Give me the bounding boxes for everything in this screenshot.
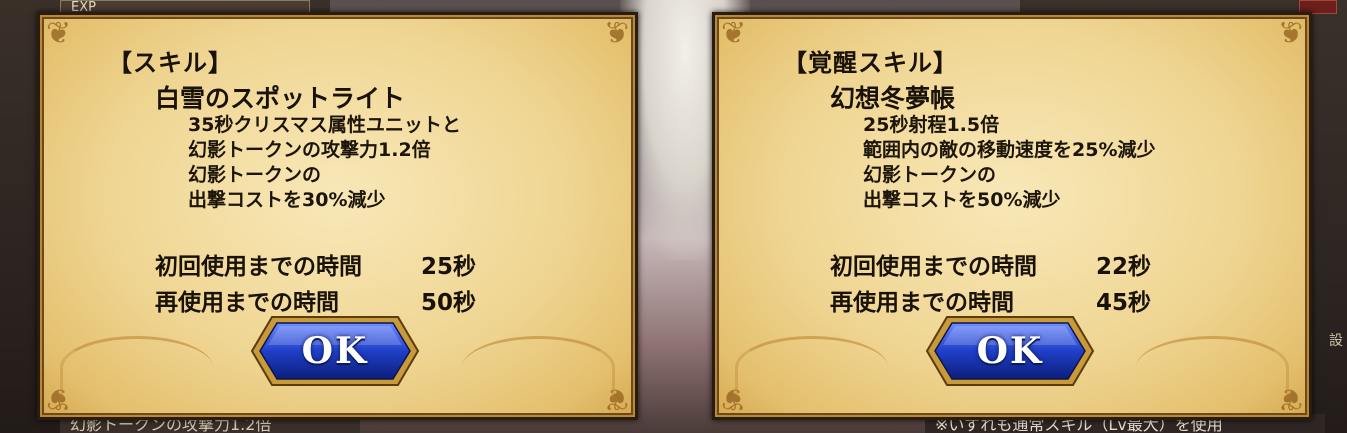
description-line: 出撃コストを50%減少 bbox=[863, 189, 1061, 211]
skill-description: 35秒クリスマス属性ユニットと 幻影トークンの攻撃力1.2倍 幻影トークンの 出… bbox=[188, 113, 461, 213]
reuse-row: 再使用までの時間 50秒 bbox=[155, 283, 476, 317]
reuse-label: 再使用までの時間 bbox=[830, 290, 1014, 316]
awakened-skill-dialog: ❦ ❦ ❦ ❦ 【覚醒スキル】 幻想冬夢帳 25秒射程1.5倍 範囲内の敵の移動… bbox=[712, 12, 1312, 420]
dialog-title: 【覚醒スキル】 bbox=[783, 49, 958, 77]
first-use-row: 初回使用までの時間 25秒 bbox=[155, 247, 476, 281]
ok-button-label: OK bbox=[976, 330, 1044, 372]
first-use-row: 初回使用までの時間 22秒 bbox=[830, 247, 1151, 281]
scroll-ornament bbox=[1136, 336, 1289, 399]
corner-ornament-icon: ❦ bbox=[46, 16, 72, 51]
reuse-label: 再使用までの時間 bbox=[155, 290, 339, 316]
ok-button[interactable]: OK bbox=[925, 315, 1095, 387]
first-use-label: 初回使用までの時間 bbox=[830, 254, 1037, 280]
scroll-ornament bbox=[60, 336, 213, 399]
description-line: 幻影トークンの攻撃力1.2倍 bbox=[188, 139, 431, 161]
first-use-value: 22秒 bbox=[1096, 254, 1152, 280]
reuse-value: 45秒 bbox=[1096, 290, 1152, 316]
scroll-ornament bbox=[462, 336, 615, 399]
ok-button[interactable]: OK bbox=[250, 315, 420, 387]
description-line: 25秒射程1.5倍 bbox=[863, 114, 1000, 136]
ok-button-label: OK bbox=[301, 330, 369, 372]
description-line: 範囲内の敵の移動速度を25%減少 bbox=[863, 139, 1156, 161]
reuse-value: 50秒 bbox=[421, 290, 477, 316]
scroll-ornament bbox=[735, 336, 888, 399]
dialog-title: 【スキル】 bbox=[108, 49, 233, 77]
skill-dialog: ❦ ❦ ❦ ❦ 【スキル】 白雪のスポットライト 35秒クリスマス属性ユニットと… bbox=[37, 12, 638, 420]
corner-ornament-icon: ❦ bbox=[1277, 16, 1303, 51]
skill-description: 25秒射程1.5倍 範囲内の敵の移動速度を25%減少 幻影トークンの 出撃コスト… bbox=[863, 113, 1155, 213]
first-use-label: 初回使用までの時間 bbox=[155, 254, 362, 280]
first-use-value: 25秒 bbox=[421, 254, 477, 280]
skill-name: 幻想冬夢帳 bbox=[830, 84, 956, 113]
description-line: 幻影トークンの bbox=[863, 164, 997, 186]
description-line: 幻影トークンの bbox=[188, 164, 322, 186]
description-line: 35秒クリスマス属性ユニットと bbox=[188, 114, 461, 136]
corner-ornament-icon: ❦ bbox=[721, 16, 747, 51]
corner-ornament-icon: ❦ bbox=[603, 16, 629, 51]
side-menu-mark: 設 bbox=[1329, 333, 1343, 349]
reuse-row: 再使用までの時間 45秒 bbox=[830, 283, 1151, 317]
description-line: 出撃コストを30%減少 bbox=[188, 189, 386, 211]
skill-name: 白雪のスポットライト bbox=[155, 84, 406, 113]
